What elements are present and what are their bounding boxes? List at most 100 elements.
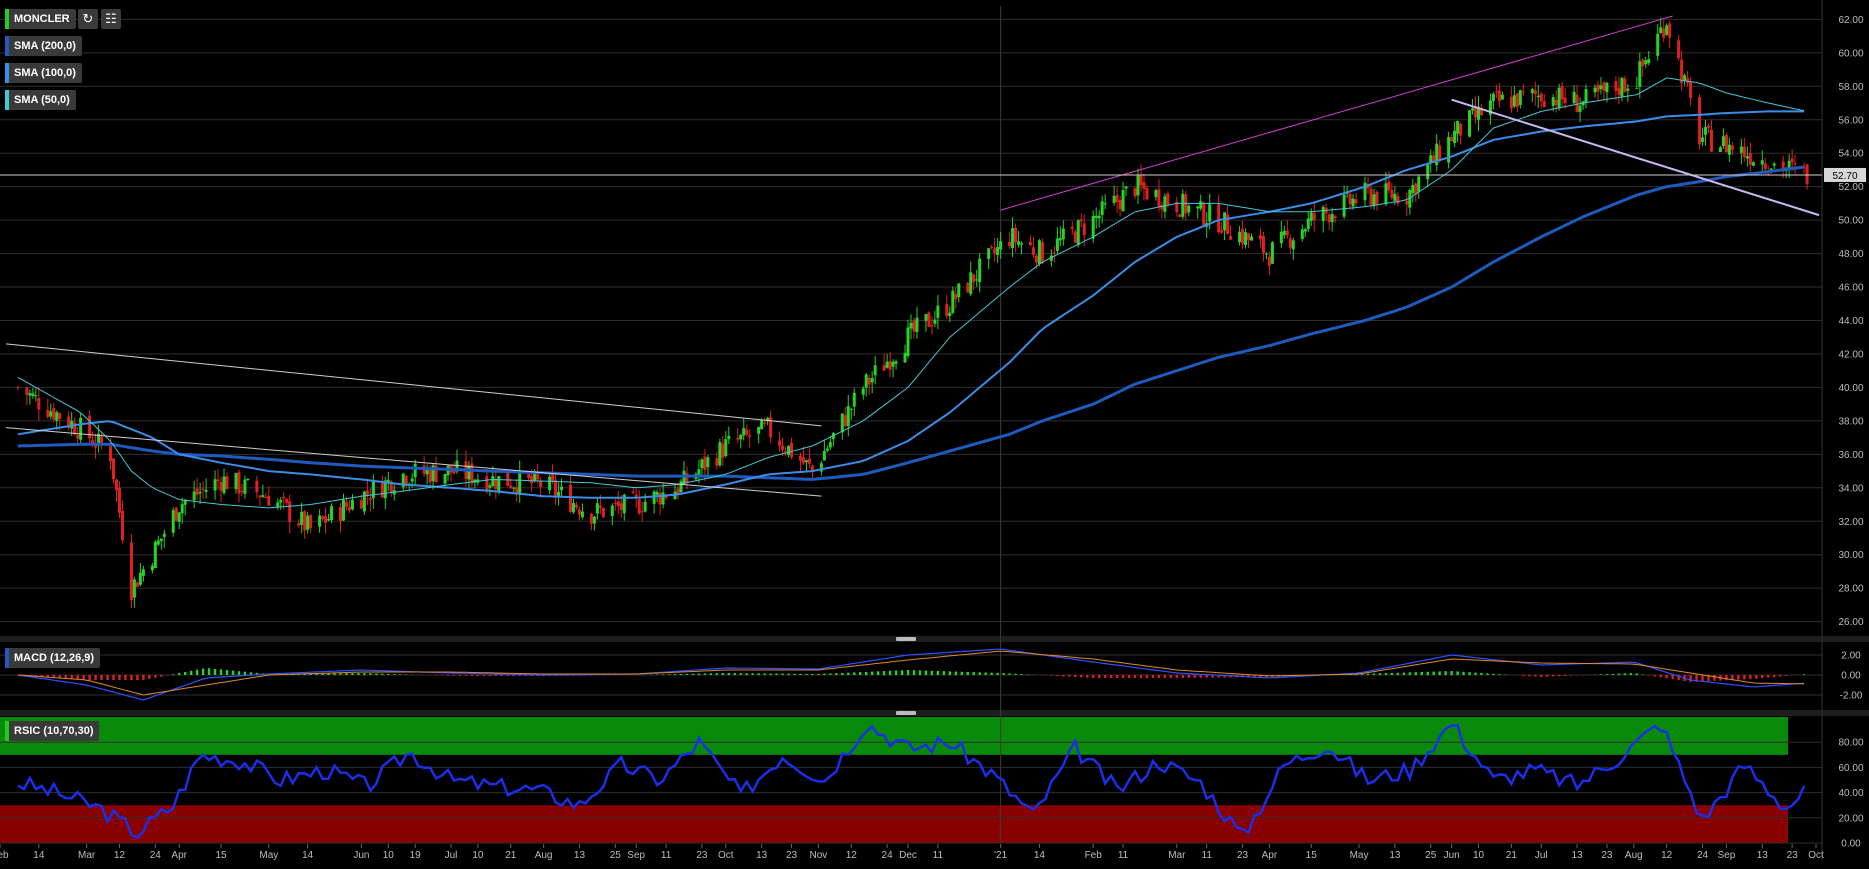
macd-histogram-bar	[1653, 675, 1656, 677]
macd-histogram-bar	[1163, 675, 1167, 678]
macd-histogram-bar	[918, 670, 922, 675]
candle-down	[1396, 196, 1400, 204]
x-axis-label: 21	[1506, 850, 1518, 861]
price-chart-canvas[interactable]: 26.00 28.00 30.00 32.00 34.00 36.00 38.00 40.00…	[0, 0, 1869, 869]
candle-up	[150, 565, 154, 571]
price-tick-label: 46.00	[1838, 283, 1863, 294]
pane-resize-handle	[896, 637, 916, 641]
x-axis-label: 19	[410, 850, 422, 861]
candle-up	[153, 541, 157, 569]
candle-up	[213, 479, 217, 491]
candle-up	[1163, 196, 1167, 212]
x-axis-label: 12	[114, 850, 126, 861]
candle-down	[25, 387, 29, 395]
candle-down	[255, 480, 259, 493]
candle-up	[1518, 90, 1522, 105]
candle-down	[1014, 227, 1018, 243]
sma50-tag[interactable]: SMA (50,0)	[5, 90, 76, 110]
macd-histogram-bar	[1773, 675, 1776, 678]
macd-histogram-bar	[1725, 675, 1728, 681]
macd-histogram-bar	[381, 673, 384, 675]
candle-down	[1563, 97, 1567, 104]
refresh-icon[interactable]: ↻	[78, 9, 98, 29]
chart-settings-icon[interactable]: ☷	[101, 9, 121, 29]
symbol-tag[interactable]: MONCLER	[5, 9, 76, 29]
candle-down	[1369, 188, 1373, 205]
macd-histogram-bar	[500, 675, 503, 676]
candle-down	[1742, 146, 1746, 158]
candle-up	[595, 503, 599, 514]
candle-down	[1247, 233, 1251, 241]
candle-up	[592, 516, 596, 524]
macd-histogram-bar	[1092, 675, 1095, 678]
macd-histogram-bar	[1002, 673, 1005, 675]
rsi-tag[interactable]: RSIC (10,70,30)	[5, 721, 100, 741]
candle-up	[1456, 120, 1460, 134]
candle-up	[1091, 215, 1095, 239]
macd-histogram-bar	[178, 673, 181, 675]
candle-down	[810, 465, 814, 471]
macd-histogram-bar	[506, 675, 509, 676]
candle-up	[849, 408, 853, 410]
x-axis-label: Dec	[899, 850, 917, 861]
macd-histogram-bar	[1468, 672, 1471, 675]
candle-up	[987, 248, 991, 259]
candle-up	[28, 393, 32, 396]
macd-histogram-bar	[823, 673, 826, 675]
macd-histogram-bar	[1080, 675, 1083, 678]
macd-histogram-bar	[978, 672, 981, 675]
macd-histogram-bar	[1528, 675, 1531, 677]
macd-histogram-bar	[679, 674, 683, 675]
x-axis-label: 11	[933, 850, 944, 861]
macd-histogram-bar	[996, 672, 999, 675]
macd-histogram-bar	[1396, 672, 1400, 675]
candle-up	[861, 388, 865, 395]
candle-down	[216, 479, 220, 482]
macd-histogram-bar	[183, 672, 187, 675]
candle-down	[912, 320, 916, 332]
macd-histogram-bar	[1456, 671, 1459, 675]
trendline-long-downtrend	[5, 343, 822, 427]
price-tick-label: 60.00	[1838, 48, 1863, 59]
candle-down	[129, 542, 133, 601]
macd-histogram-bar	[1749, 675, 1752, 680]
candle-down	[748, 435, 752, 437]
macd-histogram-bar	[1139, 675, 1143, 678]
rsi-label: RSIC (10,70,30)	[14, 725, 94, 737]
candle-down	[339, 507, 343, 522]
sma100-tag[interactable]: SMA (100,0)	[5, 63, 82, 83]
candle-down	[1602, 82, 1606, 91]
candle-up	[1745, 156, 1749, 159]
candle-down	[1157, 189, 1161, 208]
macd-tag[interactable]: MACD (12,26,9)	[5, 648, 101, 668]
candle-down	[1118, 200, 1122, 210]
macd-histogram-bar	[924, 670, 928, 675]
macd-histogram-bar	[1062, 675, 1065, 677]
macd-histogram-bar	[243, 671, 247, 675]
candle-up	[443, 474, 447, 484]
x-axis-label: 12	[846, 850, 858, 861]
candle-down	[37, 398, 41, 410]
candle-down	[58, 413, 62, 420]
candle-up	[1279, 231, 1283, 244]
candle-down	[1139, 175, 1143, 186]
macd-histogram-bar	[793, 673, 796, 675]
candle-up	[341, 500, 345, 521]
candle-down	[109, 446, 113, 462]
candle-down	[1226, 214, 1230, 235]
pane-divider	[0, 710, 1869, 716]
candle-up	[873, 365, 877, 376]
candle-down	[321, 516, 325, 519]
candle-down	[930, 325, 934, 327]
macd-histogram-bar	[351, 673, 354, 675]
candle-up	[34, 395, 38, 397]
macd-histogram-bar	[518, 675, 521, 676]
candle-up	[580, 511, 584, 518]
candle-up	[610, 505, 614, 516]
candle-down	[509, 485, 513, 489]
candle-up	[1372, 194, 1376, 207]
sma200-tag[interactable]: SMA (200,0)	[5, 36, 82, 56]
macd-histogram-bar	[685, 673, 689, 675]
candle-down	[1229, 235, 1233, 240]
x-axis-label: 23	[696, 850, 708, 861]
